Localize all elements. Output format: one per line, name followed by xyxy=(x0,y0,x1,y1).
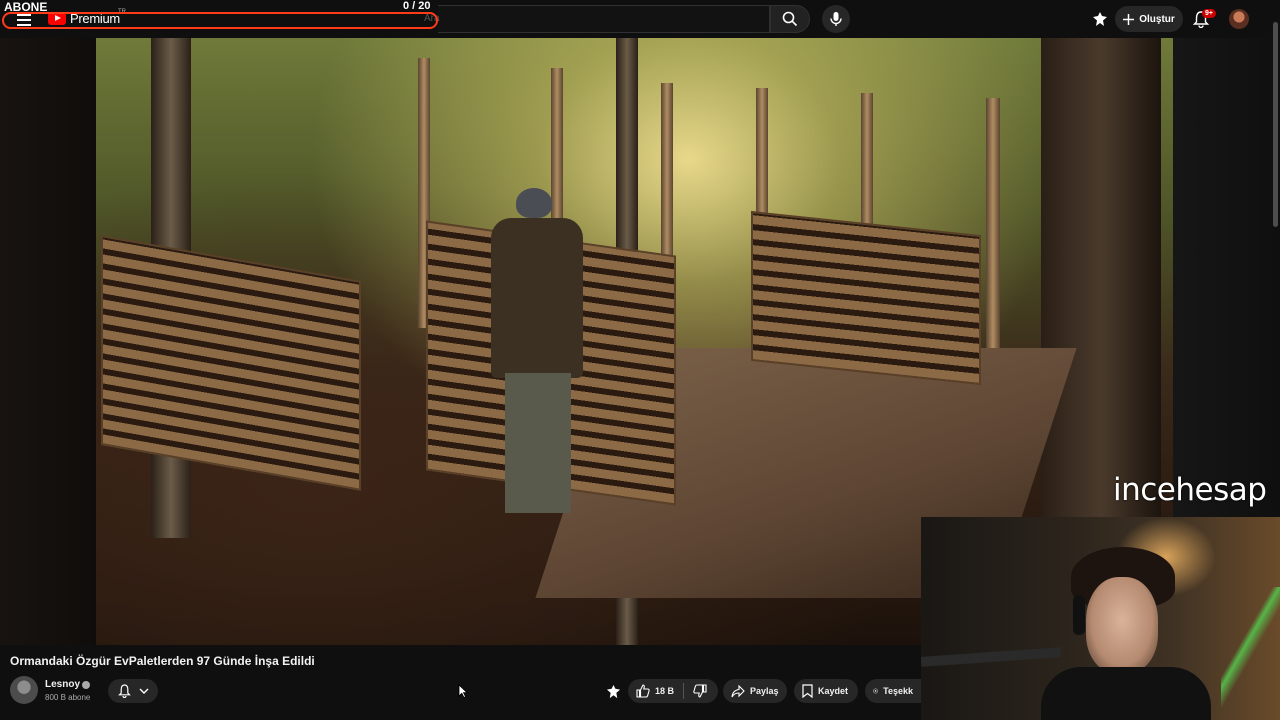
channel-name[interactable]: Lesnoy xyxy=(45,679,80,690)
like-dislike-group: 18 B xyxy=(628,679,718,703)
search-icon xyxy=(782,11,798,27)
follow-goal-progress-bar xyxy=(2,12,438,29)
headset-icon xyxy=(1073,595,1085,635)
thanks-button[interactable]: $ Teşekk xyxy=(865,679,921,703)
share-icon xyxy=(731,684,745,697)
search-input[interactable] xyxy=(438,5,770,33)
person-trousers xyxy=(505,373,571,513)
streamer-webcam xyxy=(921,517,1280,720)
like-count[interactable]: 18 B xyxy=(655,686,674,696)
thanks-label: Teşekk xyxy=(883,686,913,696)
fence-post xyxy=(661,83,673,263)
channel-avatar[interactable] xyxy=(10,676,38,704)
mic-arm xyxy=(921,647,1062,667)
ambient-left xyxy=(0,38,96,645)
svg-text:$: $ xyxy=(875,689,877,693)
ambient-right xyxy=(1173,38,1271,518)
save-button[interactable]: Kaydet xyxy=(794,679,858,703)
like-icon[interactable] xyxy=(636,684,650,698)
share-label: Paylaş xyxy=(750,686,779,696)
notification-count-badge: 9+ xyxy=(1202,9,1216,18)
webcam-shirt xyxy=(1041,667,1211,720)
person-hat xyxy=(516,188,552,218)
verified-check-icon xyxy=(82,681,90,689)
person-jacket xyxy=(491,218,583,378)
sponsor-watermark: incehesap xyxy=(1113,472,1267,508)
save-label: Kaydet xyxy=(818,686,849,696)
subscription-bell-button[interactable] xyxy=(108,679,158,703)
mouse-cursor-icon xyxy=(458,684,468,698)
subscriber-count: 800 B abone xyxy=(45,693,91,702)
premium-cast-icon[interactable] xyxy=(1092,11,1108,27)
follow-goal-counter: 0 / 20 xyxy=(403,0,431,12)
tree-trunk xyxy=(1041,38,1161,518)
plus-icon xyxy=(1123,13,1135,25)
thanks-dollar-icon: $ xyxy=(873,688,878,694)
search-button[interactable] xyxy=(770,5,810,33)
chevron-down-icon xyxy=(139,688,148,694)
create-label: Oluştur xyxy=(1139,13,1175,25)
create-button[interactable]: Oluştur xyxy=(1115,6,1183,32)
video-title: Ormandaki Özgür EvPaletlerden 97 Günde İ… xyxy=(10,654,315,668)
pallet-wall xyxy=(751,210,981,386)
stacked-pallets xyxy=(101,235,361,491)
bell-icon xyxy=(117,684,131,698)
bookmark-icon xyxy=(802,684,813,698)
microphone-icon xyxy=(830,12,842,26)
webcam-chair-accent xyxy=(1221,587,1280,707)
webcam-face xyxy=(1086,577,1158,673)
like-divider xyxy=(683,683,685,699)
premium-ai-icon[interactable] xyxy=(606,684,621,699)
user-avatar[interactable] xyxy=(1229,9,1249,29)
builder-person xyxy=(491,188,583,528)
dislike-icon[interactable] xyxy=(693,684,707,698)
share-button[interactable]: Paylaş xyxy=(723,679,787,703)
voice-search-button[interactable] xyxy=(822,5,850,33)
scrollbar-thumb[interactable] xyxy=(1273,22,1278,227)
